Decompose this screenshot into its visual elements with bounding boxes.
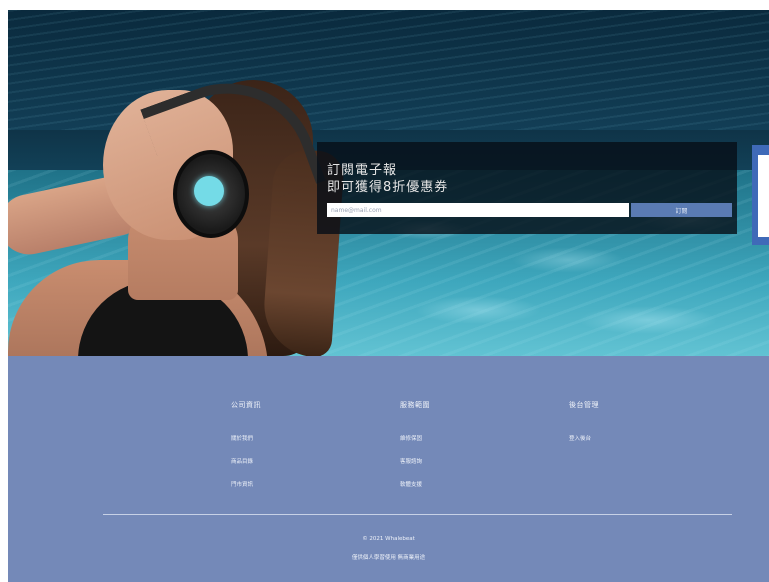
side-panel-tab-inner (758, 155, 769, 237)
hero-model-image (8, 10, 348, 356)
site-footer: 公司資訊 關於我們 商品目錄 門市資訊 服務範圍 維修保固 客服諮詢 軟體支援 … (8, 356, 769, 582)
hero-banner: 訂閱電子報 即可獲得8折優惠券 訂閱 (8, 10, 769, 356)
footer-link-customer-service[interactable]: 客服諮詢 (400, 457, 430, 465)
footer-divider (103, 514, 732, 515)
newsletter-subscribe-box: 訂閱電子報 即可獲得8折優惠券 訂閱 (317, 142, 737, 234)
footer-link-store-info[interactable]: 門市資訊 (231, 480, 261, 488)
headphone-light (194, 176, 224, 206)
footer-link-software-support[interactable]: 軟體支援 (400, 480, 430, 488)
footer-heading-company: 公司資訊 (231, 401, 261, 409)
email-input[interactable] (327, 203, 629, 217)
footer-link-product-catalog[interactable]: 商品目錄 (231, 457, 261, 465)
copyright-text: © 2021 Whalebeat (362, 536, 415, 542)
usage-notice-text: 僅供個人學習使用 無商業用途 (351, 555, 426, 561)
footer-link-about-us[interactable]: 關於我們 (231, 434, 261, 442)
footer-column-company: 公司資訊 關於我們 商品目錄 門市資訊 (231, 400, 261, 503)
footer-heading-admin: 後台管理 (569, 401, 599, 409)
subscribe-offer-text: 即可獲得8折優惠券 (327, 180, 449, 195)
footer-heading-services: 服務範圍 (400, 401, 430, 409)
footer-link-repair-warranty[interactable]: 維修保固 (400, 434, 430, 442)
footer-link-admin-login[interactable]: 登入後台 (569, 434, 599, 442)
footer-column-admin: 後台管理 登入後台 (569, 400, 599, 457)
subscribe-button[interactable]: 訂閱 (631, 203, 732, 217)
footer-column-services: 服務範圍 維修保固 客服諮詢 軟體支援 (400, 400, 430, 503)
